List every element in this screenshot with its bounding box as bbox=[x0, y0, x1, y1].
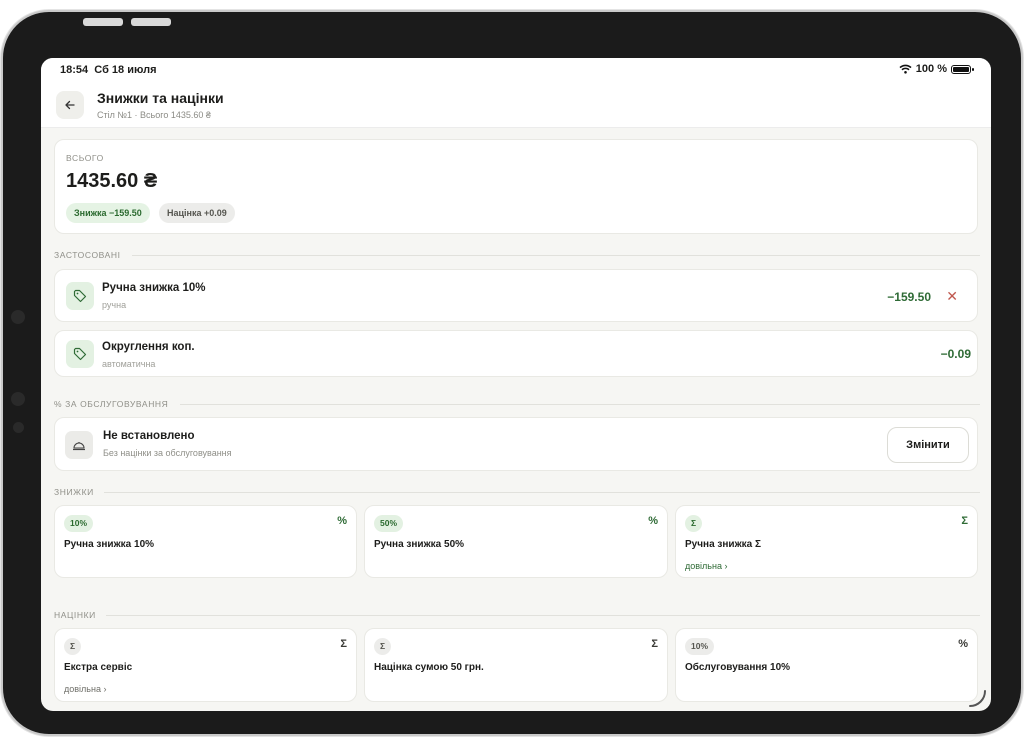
divider bbox=[180, 404, 980, 405]
tile-title: Ручна знижка 10% bbox=[64, 539, 155, 550]
tile-title: Націнка сумою 50 грн. bbox=[374, 662, 484, 673]
divider bbox=[104, 492, 980, 493]
section-markups-label: НАЦІНКИ bbox=[54, 610, 96, 620]
applied-item[interactable]: Округлення коп. автоматична −0.09 bbox=[54, 330, 978, 377]
divider bbox=[132, 255, 980, 256]
status-time: 18:54 Сб 18 июля bbox=[60, 64, 157, 76]
percent-icon: % bbox=[648, 515, 658, 527]
service-card: Не встановлено Без націнки за обслуговув… bbox=[54, 417, 978, 471]
tag-icon bbox=[66, 340, 94, 368]
clock: 18:54 bbox=[60, 64, 89, 76]
applied-item-title: Ручна знижка 10% bbox=[102, 282, 206, 294]
divider bbox=[106, 615, 980, 616]
tile-badge: Σ bbox=[374, 638, 392, 655]
page-title: Знижки та націнки bbox=[97, 90, 224, 106]
tile-badge: 10% bbox=[685, 638, 715, 655]
app-screen: 18:54 Сб 18 июля 100 % Знижки та націнки… bbox=[41, 58, 991, 711]
discount-tile[interactable]: Σ Σ Ручна знижка Σ довільна › bbox=[675, 505, 978, 578]
battery-percent: 100 % bbox=[915, 63, 947, 75]
section-applied: ЗАСТОСОВАНІ bbox=[54, 250, 980, 260]
sigma-icon: Σ bbox=[961, 515, 968, 527]
page-subtitle: Стіл №1 · Всього 1435.60 ₴ bbox=[97, 110, 211, 120]
section-applied-label: ЗАСТОСОВАНІ bbox=[54, 250, 121, 260]
volume-button bbox=[83, 18, 123, 26]
applied-item[interactable]: Ручна знижка 10% ручна −159.50 ✕ bbox=[54, 269, 978, 322]
tile-title: Ручна знижка 50% bbox=[374, 539, 465, 550]
tile-badge: 50% bbox=[374, 515, 404, 532]
applied-item-type: ручна bbox=[102, 300, 127, 310]
section-discounts-label: ЗНИЖКИ bbox=[54, 487, 94, 497]
cloche-icon bbox=[65, 431, 93, 459]
camera-dot bbox=[11, 310, 25, 324]
close-icon[interactable]: ✕ bbox=[946, 288, 958, 305]
tablet-frame: 18:54 Сб 18 июля 100 % Знижки та націнки… bbox=[3, 12, 1021, 734]
percent-icon: % bbox=[337, 515, 347, 527]
tile-title: Обслуговування 10% bbox=[685, 662, 791, 673]
sigma-icon: Σ bbox=[651, 638, 658, 650]
percent-icon: % bbox=[958, 638, 968, 650]
date: Сб 18 июля bbox=[94, 64, 157, 76]
total-amount: 1435.60 ₴ bbox=[66, 170, 158, 192]
status-right: 100 % bbox=[899, 63, 974, 75]
applied-item-type: автоматична bbox=[102, 359, 156, 369]
tag-icon bbox=[66, 282, 94, 310]
change-service-button[interactable]: Змінити bbox=[887, 427, 969, 463]
section-markups: НАЦІНКИ bbox=[54, 610, 980, 620]
battery-icon bbox=[951, 64, 974, 74]
applied-item-title: Округлення коп. bbox=[102, 341, 195, 353]
applied-item-amount: −0.09 bbox=[940, 347, 971, 361]
discount-tile[interactable]: 10% % Ручна знижка 10% bbox=[54, 505, 357, 578]
sigma-icon: Σ bbox=[340, 638, 347, 650]
tile-title: Ручна знижка Σ bbox=[685, 539, 762, 550]
tile-title: Екстра сервіс bbox=[64, 662, 133, 673]
resize-handle-icon bbox=[969, 690, 986, 707]
markup-tile[interactable]: Σ Σ Націнка сумою 50 грн. bbox=[364, 628, 668, 702]
markup-chip: Націнка +0.09 bbox=[159, 203, 235, 223]
volume-button bbox=[131, 18, 171, 26]
discount-tile[interactable]: 50% % Ручна знижка 50% bbox=[364, 505, 668, 578]
back-button[interactable] bbox=[56, 91, 84, 119]
total-label: ВСЬОГО bbox=[66, 153, 104, 163]
applied-item-amount: −159.50 bbox=[887, 290, 931, 304]
camera-dot bbox=[13, 422, 24, 433]
status-bar: 18:54 Сб 18 июля 100 % bbox=[41, 58, 991, 82]
section-service: % ЗА ОБСЛУГОВУВАННЯ bbox=[54, 399, 980, 409]
service-subtitle: Без націнки за обслуговування bbox=[103, 448, 232, 458]
camera-dot bbox=[11, 392, 25, 406]
tile-link[interactable]: довільна › bbox=[64, 684, 106, 694]
markup-tile[interactable]: 10% % Обслуговування 10% bbox=[675, 628, 978, 702]
discount-chip: Знижка −159.50 bbox=[66, 203, 150, 223]
tile-badge: Σ bbox=[685, 515, 703, 532]
wifi-icon bbox=[899, 64, 912, 74]
section-service-label: % ЗА ОБСЛУГОВУВАННЯ bbox=[54, 399, 169, 409]
service-title: Не встановлено bbox=[103, 430, 195, 442]
markup-tile[interactable]: Σ Σ Екстра сервіс довільна › bbox=[54, 628, 357, 702]
tile-badge: Σ bbox=[64, 638, 82, 655]
tile-badge: 10% bbox=[64, 515, 94, 532]
arrow-left-icon bbox=[65, 100, 75, 110]
total-card: ВСЬОГО 1435.60 ₴ Знижка −159.50 Націнка … bbox=[54, 139, 978, 234]
tile-link[interactable]: довільна › bbox=[685, 561, 727, 571]
section-discounts: ЗНИЖКИ bbox=[54, 487, 980, 497]
page-header: Знижки та націнки Стіл №1 · Всього 1435.… bbox=[41, 82, 991, 128]
